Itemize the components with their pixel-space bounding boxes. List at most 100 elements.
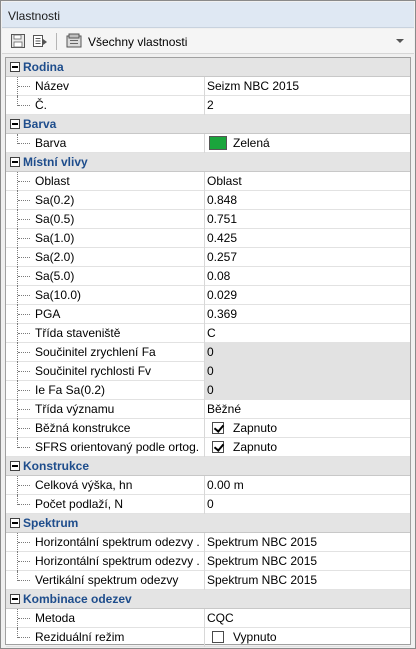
property-name: PGA xyxy=(35,307,61,321)
property-value[interactable]: 0.369 xyxy=(207,307,407,321)
property-value[interactable]: 0.08 xyxy=(207,269,407,283)
property-value[interactable]: 0.029 xyxy=(207,288,407,302)
collapse-icon[interactable] xyxy=(10,62,20,72)
property-value[interactable]: CQC xyxy=(207,611,407,625)
property-row[interactable]: PGA 0.369 xyxy=(6,305,410,324)
property-name: Oblast xyxy=(35,174,70,188)
collapse-icon[interactable] xyxy=(10,119,20,129)
column-separator xyxy=(204,362,205,381)
property-row[interactable]: Běžná konstrukce Zapnuto xyxy=(6,419,410,438)
column-separator xyxy=(204,343,205,362)
property-value[interactable]: 0.848 xyxy=(207,193,407,207)
save-icon[interactable] xyxy=(10,33,26,49)
property-value[interactable]: Spektrum NBC 2015 xyxy=(207,554,407,568)
property-name: Součinitel zrychlení Fa xyxy=(35,345,156,359)
property-value[interactable]: Zapnuto xyxy=(233,440,416,454)
tree-branch xyxy=(18,143,30,144)
panel-title: Vlastnosti xyxy=(8,9,61,23)
title-bar: Vlastnosti xyxy=(2,2,414,28)
property-value[interactable]: Zelená xyxy=(233,136,416,150)
tree-branch xyxy=(18,295,30,296)
property-value[interactable]: Vypnuto xyxy=(233,630,416,644)
property-name: Třída staveniště xyxy=(35,326,121,340)
property-row[interactable]: Počet podlaží, N 0 xyxy=(6,495,410,514)
tree-branch xyxy=(18,390,30,391)
property-value[interactable]: C xyxy=(207,326,407,340)
tree-branch xyxy=(18,276,30,277)
property-name: Č. xyxy=(35,98,47,112)
color-swatch[interactable] xyxy=(209,136,227,150)
category-row[interactable]: Spektrum xyxy=(6,514,410,533)
collapse-icon[interactable] xyxy=(10,157,20,167)
property-row[interactable]: Celková výška, hn 0.00 m xyxy=(6,476,410,495)
property-value[interactable]: 2 xyxy=(207,98,407,112)
property-row[interactable]: Metoda CQC xyxy=(6,609,410,628)
property-row[interactable]: Sa(0.5) 0.751 xyxy=(6,210,410,229)
collapse-icon[interactable] xyxy=(10,518,20,528)
checkbox[interactable] xyxy=(212,441,224,453)
property-row[interactable]: Název Seizm NBC 2015 xyxy=(6,77,410,96)
tree-branch xyxy=(18,447,30,448)
column-separator xyxy=(204,419,205,438)
property-value[interactable]: Seizm NBC 2015 xyxy=(207,79,407,93)
property-row[interactable]: SFRS orientovaný podle ortog... Zapnuto xyxy=(6,438,410,457)
column-separator xyxy=(204,96,205,115)
property-value[interactable]: Běžné xyxy=(207,402,407,416)
toolbar-separator xyxy=(56,33,57,50)
property-value[interactable]: 0.425 xyxy=(207,231,407,245)
chevron-down-icon[interactable] xyxy=(396,39,404,43)
column-separator xyxy=(204,305,205,324)
property-row[interactable]: Barva Zelená xyxy=(6,134,410,153)
category-row[interactable]: Rodina xyxy=(6,58,410,77)
column-separator xyxy=(204,552,205,571)
properties-icon[interactable] xyxy=(32,33,48,49)
collapse-icon[interactable] xyxy=(10,461,20,471)
property-value[interactable]: Oblast xyxy=(207,174,407,188)
category-row[interactable]: Místní vlivy xyxy=(6,153,410,172)
property-row[interactable]: Třída významu Běžné xyxy=(6,400,410,419)
category-row[interactable]: Konstrukce xyxy=(6,457,410,476)
property-filter-select[interactable]: Všechny vlastnosti xyxy=(62,31,410,52)
property-name: Běžná konstrukce xyxy=(35,421,131,435)
tree-branch xyxy=(18,561,30,562)
category-row[interactable]: Kombinace odezev xyxy=(6,590,410,609)
category-label: Spektrum xyxy=(23,516,79,530)
property-name: SFRS orientovaný podle ortog... xyxy=(35,440,200,454)
property-value[interactable]: 0.751 xyxy=(207,212,407,226)
property-row[interactable]: Sa(2.0) 0.257 xyxy=(6,248,410,267)
checkbox[interactable] xyxy=(212,631,224,643)
property-name: Počet podlaží, N xyxy=(35,497,124,511)
property-value[interactable]: Spektrum NBC 2015 xyxy=(207,573,407,587)
property-row[interactable]: Součinitel rychlosti Fv 0 xyxy=(6,362,410,381)
column-separator xyxy=(204,210,205,229)
property-row[interactable]: Reziduální režim Vypnuto xyxy=(6,628,410,647)
property-row[interactable]: Ie Fa Sa(0.2) 0 xyxy=(6,381,410,400)
property-row[interactable]: Č. 2 xyxy=(6,96,410,115)
property-value[interactable]: 0.257 xyxy=(207,250,407,264)
property-value[interactable]: 0.00 m xyxy=(207,478,407,492)
property-row[interactable]: Třída staveniště C xyxy=(6,324,410,343)
property-name: Sa(10.0) xyxy=(35,288,82,302)
property-row[interactable]: Sa(0.2) 0.848 xyxy=(6,191,410,210)
property-row[interactable]: Horizontální spektrum odezvy ... Spektrum… xyxy=(6,552,410,571)
collapse-icon[interactable] xyxy=(10,594,20,604)
property-row[interactable]: Horizontální spektrum odezvy ... Spektrum… xyxy=(6,533,410,552)
property-value[interactable]: Spektrum NBC 2015 xyxy=(207,535,407,549)
tree-branch xyxy=(18,637,30,638)
category-label: Barva xyxy=(23,117,57,131)
property-row[interactable]: Součinitel zrychlení Fa 0 xyxy=(6,343,410,362)
property-row[interactable]: Vertikální spektrum odezvy Spektrum NBC 2… xyxy=(6,571,410,590)
column-separator xyxy=(204,134,205,153)
property-row[interactable]: Sa(5.0) 0.08 xyxy=(6,267,410,286)
property-row[interactable]: Oblast Oblast xyxy=(6,172,410,191)
tree-branch xyxy=(18,504,30,505)
column-separator xyxy=(204,229,205,248)
property-row[interactable]: Sa(1.0) 0.425 xyxy=(6,229,410,248)
property-row[interactable]: Sa(10.0) 0.029 xyxy=(6,286,410,305)
checkbox[interactable] xyxy=(212,422,224,434)
property-value[interactable]: 0 xyxy=(207,497,407,511)
property-name: Sa(0.5) xyxy=(35,212,75,226)
column-separator xyxy=(204,628,205,647)
category-row[interactable]: Barva xyxy=(6,115,410,134)
property-value[interactable]: Zapnuto xyxy=(233,421,416,435)
